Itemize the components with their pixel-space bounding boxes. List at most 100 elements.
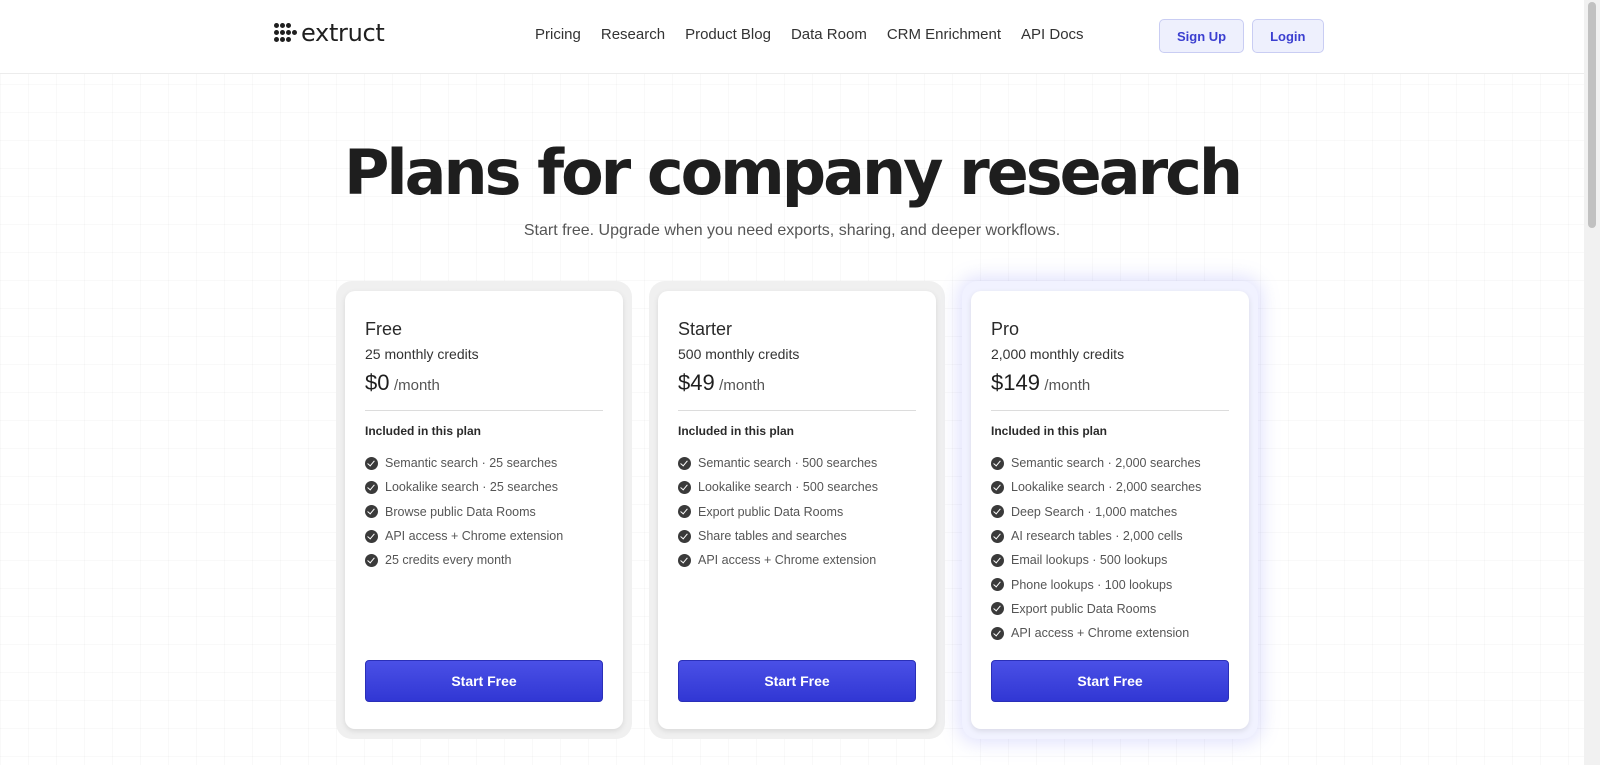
feature-item: Semantic search · 2,000 searches <box>991 451 1229 475</box>
feature-text: Lookalike search · 2,000 searches <box>1011 480 1202 495</box>
feature-text: Lookalike search · 25 searches <box>385 480 559 495</box>
feature-text: Semantic search · 2,000 searches <box>1011 456 1201 471</box>
plan-credits: 500 monthly credits <box>678 346 800 362</box>
feature-item: Semantic search · 25 searches <box>365 451 603 475</box>
divider <box>991 410 1229 411</box>
check-circle-icon <box>991 602 1004 616</box>
plan-card-pro: Pro 2,000 monthly credits $149 /month In… <box>962 281 1258 739</box>
nav-product-blog[interactable]: Product Blog <box>685 26 771 43</box>
feature-item: Browse public Data Rooms <box>365 500 603 524</box>
feature-text: Deep Search · 1,000 matches <box>1011 504 1178 519</box>
check-circle-icon <box>678 480 691 494</box>
plan-credits: 25 monthly credits <box>365 346 479 362</box>
plan-card-inner: Pro 2,000 monthly credits $149 /month In… <box>971 291 1249 729</box>
price-period: /month <box>1044 377 1091 394</box>
auth-buttons: Sign Up Login <box>1159 19 1324 53</box>
feature-list: Semantic search · 500 searches Lookalike… <box>678 451 916 572</box>
feature-text: Phone lookups · 100 lookups <box>1011 577 1173 592</box>
main-nav: Pricing Research Product Blog Data Room … <box>535 26 1104 43</box>
plan-card-starter: Starter 500 monthly credits $49 /month I… <box>649 281 945 739</box>
logo-text: extruct <box>301 19 385 47</box>
feature-text: Lookalike search · 500 searches <box>698 480 878 495</box>
feature-list: Semantic search · 25 searches Lookalike … <box>365 451 603 572</box>
feature-item: Export public Data Rooms <box>678 500 916 524</box>
check-circle-icon <box>678 529 691 543</box>
feature-text: Export public Data Rooms <box>1011 601 1157 616</box>
feature-item: Phone lookups · 100 lookups <box>991 572 1229 596</box>
check-circle-icon <box>991 553 1004 567</box>
included-heading: Included in this plan <box>365 424 482 438</box>
price-amount: $0 <box>365 370 390 395</box>
logo[interactable]: extruct <box>274 18 385 48</box>
plan-card-free: Free 25 monthly credits $0 /month Includ… <box>336 281 632 739</box>
start-free-button-pro[interactable]: Start Free <box>991 660 1229 702</box>
nav-crm-enrichment[interactable]: CRM Enrichment <box>887 26 1001 43</box>
plan-card-inner: Starter 500 monthly credits $49 /month I… <box>658 291 936 729</box>
feature-text: 25 credits every month <box>385 553 512 568</box>
check-circle-icon <box>991 578 1004 592</box>
feature-text: Semantic search · 25 searches <box>385 456 558 471</box>
sign-up-button[interactable]: Sign Up <box>1159 19 1245 53</box>
page-subtitle: Start free. Upgrade when you need export… <box>523 222 1061 239</box>
check-circle-icon <box>365 480 378 494</box>
feature-text: API access + Chrome extension <box>698 553 877 568</box>
check-circle-icon <box>991 505 1004 519</box>
included-heading: Included in this plan <box>678 424 795 438</box>
price-amount: $149 <box>991 370 1040 395</box>
feature-item: Email lookups · 500 lookups <box>991 548 1229 572</box>
check-circle-icon <box>678 505 691 519</box>
check-circle-icon <box>678 553 691 567</box>
feature-text: AI research tables · 2,000 cells <box>1011 529 1183 544</box>
vertical-scrollbar[interactable] <box>1584 0 1600 765</box>
feature-text: API access + Chrome extension <box>385 529 564 544</box>
page-title: Plans for company research <box>343 136 1243 209</box>
check-circle-icon <box>991 529 1004 543</box>
plan-price: $0 /month <box>365 369 603 400</box>
login-button[interactable]: Login <box>1252 19 1324 53</box>
check-circle-icon <box>365 505 378 519</box>
check-circle-icon <box>365 529 378 543</box>
feature-item: Semantic search · 500 searches <box>678 451 916 475</box>
feature-text: Share tables and searches <box>698 529 847 544</box>
nav-pricing[interactable]: Pricing <box>535 26 581 43</box>
check-circle-icon <box>678 456 691 470</box>
plan-name: Free <box>365 319 403 339</box>
site-header: extruct Pricing Research Product Blog Da… <box>0 0 1584 74</box>
pricing-page: extruct Pricing Research Product Blog Da… <box>0 0 1584 765</box>
nav-research[interactable]: Research <box>601 26 665 43</box>
included-heading: Included in this plan <box>991 424 1108 438</box>
logo-icon <box>274 22 298 44</box>
feature-text: Export public Data Rooms <box>698 504 844 519</box>
start-free-button-free[interactable]: Start Free <box>365 660 603 702</box>
feature-text: Browse public Data Rooms <box>385 504 536 519</box>
feature-item: Lookalike search · 500 searches <box>678 475 916 499</box>
feature-text: API access + Chrome extension <box>1011 626 1190 641</box>
price-period: /month <box>393 377 440 394</box>
divider <box>365 410 603 411</box>
feature-item: Share tables and searches <box>678 524 916 548</box>
feature-item: Deep Search · 1,000 matches <box>991 500 1229 524</box>
plan-price: $149 /month <box>991 369 1229 400</box>
plan-name: Starter <box>678 319 733 339</box>
feature-text: Semantic search · 500 searches <box>698 456 878 471</box>
feature-item: Lookalike search · 2,000 searches <box>991 475 1229 499</box>
check-circle-icon <box>365 553 378 567</box>
feature-item: 25 credits every month <box>365 548 603 572</box>
nav-data-room[interactable]: Data Room <box>791 26 867 43</box>
plan-price: $49 /month <box>678 369 916 400</box>
nav-api-docs[interactable]: API Docs <box>1021 26 1084 43</box>
feature-item: API access + Chrome extension <box>991 621 1229 645</box>
check-circle-icon <box>365 456 378 470</box>
plan-card-inner: Free 25 monthly credits $0 /month Includ… <box>345 291 623 729</box>
scrollbar-thumb[interactable] <box>1588 2 1596 228</box>
plan-credits: 2,000 monthly credits <box>991 346 1125 362</box>
check-circle-icon <box>991 480 1004 494</box>
check-circle-icon <box>991 456 1004 470</box>
feature-text: Email lookups · 500 lookups <box>1011 553 1168 568</box>
price-period: /month <box>719 377 766 394</box>
feature-item: API access + Chrome extension <box>678 548 916 572</box>
start-free-button-starter[interactable]: Start Free <box>678 660 916 702</box>
feature-list: Semantic search · 2,000 searches Lookali… <box>991 451 1229 645</box>
feature-item: Lookalike search · 25 searches <box>365 475 603 499</box>
feature-item: Export public Data Rooms <box>991 597 1229 621</box>
